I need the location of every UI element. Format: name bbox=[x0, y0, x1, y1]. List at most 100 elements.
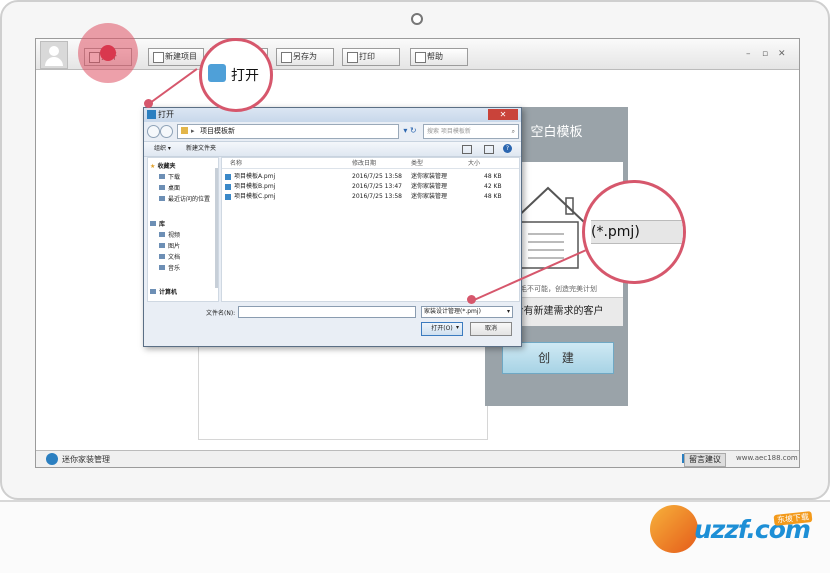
open-dropdown-icon[interactable]: ▾ bbox=[453, 322, 462, 334]
file-date: 2016/7/25 13:58 bbox=[352, 193, 402, 200]
forward-button[interactable] bbox=[160, 125, 173, 138]
maximize-button[interactable]: ▫ bbox=[762, 49, 768, 59]
column-name[interactable]: 名称 bbox=[230, 158, 242, 167]
zoom-callout-extension: (*.pmj) bbox=[582, 180, 686, 284]
callout-pin bbox=[144, 99, 153, 108]
logo-emblem-icon bbox=[650, 505, 698, 553]
file-row[interactable]: 项目模板B.pmj 2016/7/25 13:47 迷你家装管理 42 KB bbox=[222, 182, 519, 192]
dialog-title: 打开 bbox=[158, 110, 174, 119]
dialog-titlebar: 打开 ✕ bbox=[144, 108, 521, 122]
pmj-file-icon bbox=[225, 184, 231, 190]
new-project-icon bbox=[153, 52, 164, 63]
refresh-icon[interactable]: ▾ ↻ bbox=[400, 124, 420, 137]
app-logo-icon bbox=[147, 110, 156, 119]
file-date: 2016/7/25 13:58 bbox=[352, 173, 402, 180]
status-app-name: 迷你家装管理 bbox=[62, 455, 110, 464]
camera-icon bbox=[411, 13, 423, 25]
desktop-icon bbox=[159, 185, 165, 190]
zoom-callout-open: 打开 bbox=[199, 38, 273, 112]
star-icon: ★ bbox=[150, 163, 156, 170]
file-name: 项目模板A.pmj bbox=[234, 173, 276, 180]
document-icon bbox=[159, 254, 165, 259]
organize-menu[interactable]: 组织 ▾ bbox=[154, 142, 171, 156]
address-crumb[interactable]: 项目模板新 bbox=[200, 125, 235, 138]
status-url[interactable]: www.aec188.com bbox=[736, 454, 798, 462]
back-button[interactable] bbox=[147, 125, 160, 138]
click-highlight bbox=[78, 23, 138, 83]
cancel-button[interactable]: 取消 bbox=[470, 322, 512, 336]
folder-icon bbox=[181, 127, 188, 134]
dialog-close-button[interactable]: ✕ bbox=[488, 109, 518, 120]
feedback-button[interactable]: 留言建议 bbox=[684, 453, 726, 467]
tree-scrollbar[interactable] bbox=[215, 168, 218, 288]
tree-item-documents[interactable]: 文档 bbox=[159, 253, 180, 262]
pmj-file-icon bbox=[225, 194, 231, 200]
tree-item-desktop[interactable]: 桌面 bbox=[159, 184, 180, 193]
new-folder-button[interactable]: 新建文件夹 bbox=[186, 142, 216, 156]
watermark-logo: uzzf.com 东坡下载 bbox=[650, 505, 830, 565]
file-list: 名称 修改日期 类型 大小 项目模板A.pmj 2016/7/25 13:58 … bbox=[221, 157, 520, 302]
open-icon bbox=[208, 64, 226, 82]
file-size: 48 KB bbox=[484, 173, 502, 180]
status-bar: 迷你家装管理 留言建议 www.aec188.com bbox=[36, 450, 799, 467]
tree-item-pictures[interactable]: 图片 bbox=[159, 242, 180, 251]
computer-icon bbox=[150, 289, 156, 294]
file-type: 迷你家装管理 bbox=[411, 183, 448, 190]
close-button[interactable]: ✕ bbox=[778, 49, 786, 59]
avatar[interactable] bbox=[40, 41, 68, 69]
column-size[interactable]: 大小 bbox=[468, 158, 480, 167]
tree-item-music[interactable]: 音乐 bbox=[159, 264, 180, 273]
dialog-footer: 文件名(N): 家装设计管理(*.pmj) ▾ 打开(O) ▾ 取消 bbox=[144, 303, 521, 346]
recent-icon bbox=[159, 196, 165, 201]
chevron-right-icon: ▸ bbox=[191, 127, 195, 135]
address-bar[interactable]: ▸ 项目模板新 bbox=[177, 124, 399, 139]
pmj-file-icon bbox=[225, 174, 231, 180]
file-type: 迷你家装管理 bbox=[411, 173, 448, 180]
picture-icon bbox=[159, 243, 165, 248]
minimize-button[interactable]: – bbox=[746, 49, 751, 59]
file-name: 项目模板C.pmj bbox=[234, 193, 276, 200]
file-name: 项目模板B.pmj bbox=[234, 183, 276, 190]
tree-library[interactable]: 库 bbox=[150, 220, 165, 229]
toolbar-print-button[interactable]: 打印 bbox=[342, 48, 400, 66]
filename-label: 文件名(N): bbox=[206, 310, 236, 317]
dialog-toolbar: 组织 ▾ 新建文件夹 ? bbox=[144, 141, 521, 157]
preview-pane-icon[interactable] bbox=[484, 145, 494, 154]
library-icon bbox=[150, 221, 156, 226]
tree-computer[interactable]: 计算机 bbox=[150, 288, 177, 297]
callout-pin bbox=[467, 295, 476, 304]
tree-item-recent[interactable]: 最近访问的位置 bbox=[159, 195, 210, 204]
file-row[interactable]: 项目模板A.pmj 2016/7/25 13:58 迷你家装管理 48 KB bbox=[222, 172, 519, 182]
filetype-select[interactable]: 家装设计管理(*.pmj) ▾ bbox=[421, 306, 513, 318]
file-type: 迷你家装管理 bbox=[411, 193, 448, 200]
file-row[interactable]: 项目模板C.pmj 2016/7/25 13:58 迷你家装管理 48 KB bbox=[222, 192, 519, 202]
toolbar-new-project-button[interactable]: 新建项目 bbox=[148, 48, 204, 66]
file-date: 2016/7/25 13:47 bbox=[352, 183, 402, 190]
app-logo-icon bbox=[46, 453, 58, 465]
file-size: 48 KB bbox=[484, 193, 502, 200]
column-date[interactable]: 修改日期 bbox=[352, 158, 376, 167]
video-icon bbox=[159, 232, 165, 237]
view-icon[interactable] bbox=[462, 145, 472, 154]
print-icon bbox=[347, 52, 358, 63]
file-size: 42 KB bbox=[484, 183, 502, 190]
music-icon bbox=[159, 265, 165, 270]
toolbar-help-button[interactable]: 帮助 bbox=[410, 48, 468, 66]
column-type[interactable]: 类型 bbox=[411, 158, 423, 167]
chevron-down-icon: ▾ bbox=[506, 308, 510, 315]
tree-favorites[interactable]: ★ 收藏夹 bbox=[150, 162, 176, 171]
search-input[interactable]: 搜索 项目模板新 ⌕ bbox=[423, 124, 519, 139]
toolbar-save-as-button[interactable]: 另存为 bbox=[276, 48, 334, 66]
file-list-header: 名称 修改日期 类型 大小 bbox=[222, 158, 519, 169]
search-placeholder: 搜索 项目模板新 bbox=[427, 128, 471, 135]
help-icon[interactable]: ? bbox=[503, 144, 512, 153]
tree-item-downloads[interactable]: 下载 bbox=[159, 173, 180, 182]
nav-tree: ★ 收藏夹 下载 桌面 最近访问的位置 库 视频 图片 文档 音乐 计算机 bbox=[147, 157, 219, 302]
tree-item-videos[interactable]: 视频 bbox=[159, 231, 180, 240]
open-file-dialog: 打开 ✕ ▸ 项目模板新 ▾ ↻ 搜索 项目模板新 ⌕ 组织 ▾ 新建文件夹 ?… bbox=[143, 107, 522, 347]
filename-input[interactable] bbox=[238, 306, 416, 318]
filetype-value: 家装设计管理(*.pmj) bbox=[424, 308, 481, 315]
app-toolbar: 打开 新建项目 另存为 打印 帮助 – ▫ bbox=[36, 39, 799, 70]
save-as-icon bbox=[281, 52, 292, 63]
downloads-icon bbox=[159, 174, 165, 179]
